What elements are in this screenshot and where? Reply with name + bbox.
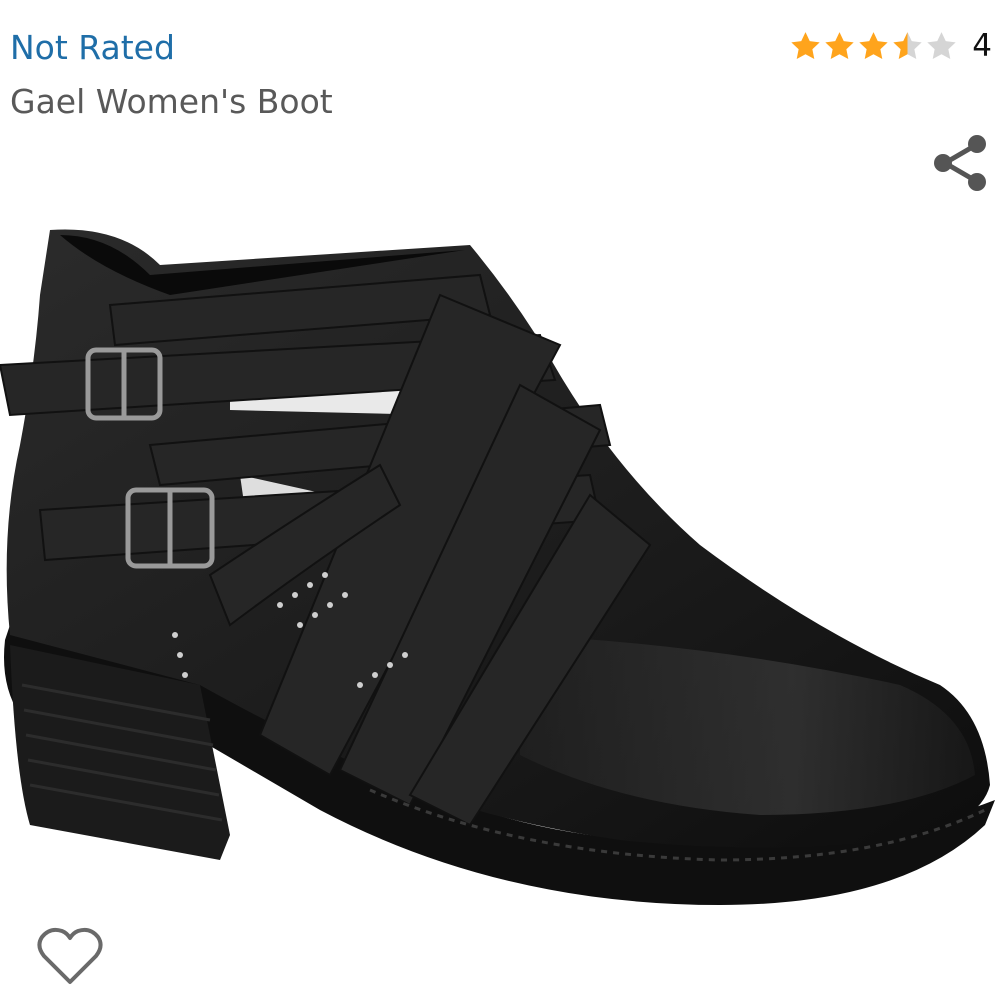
product-title: Gael Women's Boot (10, 82, 333, 121)
product-image[interactable] (0, 215, 1000, 920)
star-icon (859, 31, 888, 59)
review-count[interactable]: 4 (972, 24, 992, 68)
star-icon (927, 31, 956, 59)
star-rating[interactable]: 4 (789, 24, 992, 68)
brand-link[interactable]: Not Rated (10, 26, 175, 70)
rating-stars (789, 30, 958, 63)
star-icon (791, 31, 820, 59)
star-icon (893, 31, 922, 59)
star-icon (825, 31, 854, 59)
share-icon[interactable] (930, 132, 992, 194)
heart-outline-icon[interactable] (36, 926, 104, 988)
